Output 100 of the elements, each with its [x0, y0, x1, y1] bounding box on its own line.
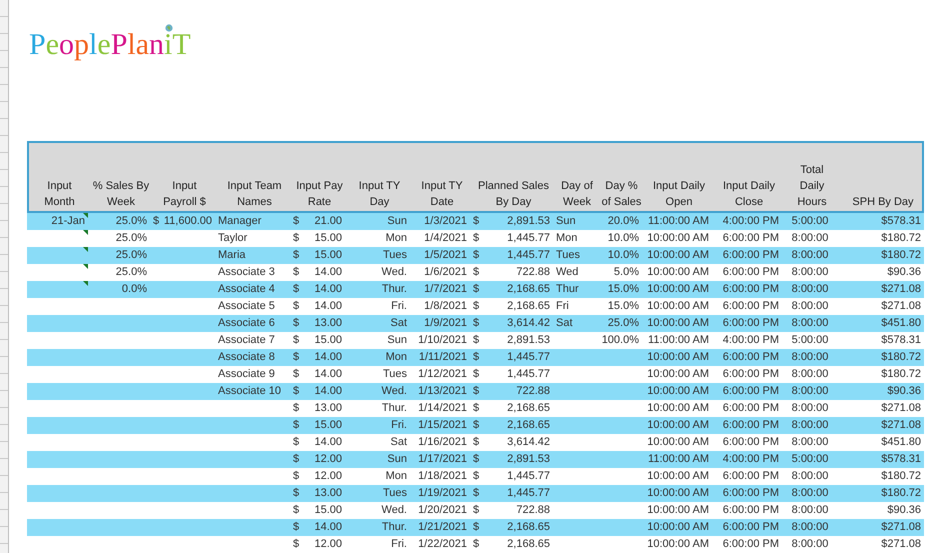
table-cell-text: 25.0% [608, 316, 639, 331]
table-cell-text: 1/13/2021 [418, 384, 467, 399]
currency-symbol: $ [293, 316, 300, 331]
currency-symbol: $ [293, 333, 300, 348]
table-cell-text: 12.00 [314, 537, 342, 552]
table-cell-text: 6:00:00 PM [722, 265, 779, 280]
table-cell-text: 10:00:00 AM [647, 435, 709, 450]
table-cell-text: 722.88 [516, 503, 550, 518]
table-cell-text: 1/11/2021 [418, 350, 467, 365]
table-cell-text: 1/10/2021 [418, 333, 467, 348]
table-cell-text: 11:00:00 AM [648, 333, 709, 348]
table-cell-text: $451.80 [881, 316, 921, 331]
table-cell-text: $271.08 [881, 401, 921, 416]
currency-symbol: $ [473, 299, 480, 314]
table-cell-text: 10:00:00 AM [647, 282, 709, 297]
table-cell-text: Thur. [382, 282, 407, 297]
table-cell-text: $90.36 [887, 503, 921, 518]
table-cell-text: 1/8/2021 [424, 299, 467, 314]
table-cell-text: Thur. [382, 520, 407, 535]
table-cell-text: $578.31 [881, 333, 921, 348]
table-cell-text: 8:00:00 [792, 401, 828, 416]
table-cell-text: 14.00 [314, 299, 342, 314]
table-cell-text: 8:00:00 [792, 299, 828, 314]
table-cell-text: Fri [556, 299, 569, 314]
table-cell-text: 6:00:00 PM [722, 282, 779, 297]
currency-symbol: $ [473, 486, 480, 501]
table-cell-text: 2,168.65 [507, 282, 550, 297]
table-cell-text: 8:00:00 [792, 469, 828, 484]
table-cell-text: 6:00:00 PM [722, 520, 779, 535]
table-cell-text: 100.0% [602, 333, 639, 348]
table-cell-text: 2,168.65 [507, 299, 550, 314]
table-cell-text: 10:00:00 AM [647, 350, 709, 365]
table-cell-text: 10.0% [608, 248, 639, 263]
table-cell-text: Associate 4 [218, 282, 275, 297]
table-cell-text: 8:00:00 [792, 520, 828, 535]
currency-symbol: $ [293, 248, 300, 263]
table-cell-text: 5:00:00 [792, 333, 828, 348]
table-cell-text: 1/6/2021 [424, 265, 467, 280]
table-cell-text: 3,614.42 [507, 316, 550, 331]
table-cell-text: Sat [390, 435, 407, 450]
table-cell-text: $180.72 [881, 248, 921, 263]
currency-symbol: $ [293, 367, 300, 382]
table-cell-text: 1,445.77 [507, 231, 550, 246]
table-cell-text: 1/12/2021 [418, 367, 467, 382]
table-cell-text: 10:00:00 AM [647, 537, 709, 552]
table-cell-text: $271.08 [881, 299, 921, 314]
table-cell-text: $271.08 [881, 537, 921, 552]
table-cell-text: $578.31 [881, 214, 921, 229]
table-cell-text: $451.80 [881, 435, 921, 450]
currency-symbol: $ [473, 452, 480, 467]
table-cell-text: 0.0% [122, 282, 147, 297]
table-cell-text: 14.00 [314, 265, 342, 280]
table-cell-text: Associate 7 [218, 333, 275, 348]
table-cell-text: 1,445.77 [507, 469, 550, 484]
table-cell-text: 10:00:00 AM [647, 231, 709, 246]
table-cell-text: Tues [382, 486, 407, 501]
table-cell-text: 14.00 [314, 282, 342, 297]
currency-symbol: $ [473, 384, 480, 399]
table-cell-text: 11:00:00 AM [648, 452, 709, 467]
currency-symbol: $ [293, 350, 300, 365]
currency-symbol: $ [293, 282, 300, 297]
table-cell-text: $271.08 [881, 418, 921, 433]
table-cell-text: 1/22/2021 [418, 537, 467, 552]
currency-symbol: $ [293, 265, 300, 280]
currency-symbol: $ [293, 299, 300, 314]
table-cell-text: 8:00:00 [792, 282, 828, 297]
column-header: Input Daily Open [652, 179, 706, 210]
table-cell-text: 25.0% [116, 214, 147, 229]
currency-symbol: $ [473, 367, 480, 382]
table-cell-text: 10:00:00 AM [647, 503, 709, 518]
table-cell-text: Tues [556, 248, 580, 263]
table-cell-text: 8:00:00 [792, 350, 828, 365]
table-cell-text: 15.00 [314, 418, 342, 433]
currency-symbol: $ [293, 231, 300, 246]
table-cell-text: 6:00:00 PM [722, 418, 779, 433]
table-cell-text: $90.36 [887, 384, 921, 399]
table-cell-text: Maria [218, 248, 246, 263]
column-header: Day % of Sales [600, 179, 642, 210]
currency-symbol: $ [293, 503, 300, 518]
table-cell-text: 4:00:00 PM [722, 333, 779, 348]
table-cell-text: 10:00:00 AM [647, 316, 709, 331]
currency-symbol: $ [293, 401, 300, 416]
table-cell-text: 1/16/2021 [418, 435, 467, 450]
table-cell-text: 6:00:00 PM [722, 384, 779, 399]
table-cell-text: 15.00 [314, 503, 342, 518]
currency-symbol: $ [473, 350, 480, 365]
table-cell-text: 10:00:00 AM [647, 299, 709, 314]
table-cell-text: 6:00:00 PM [722, 316, 779, 331]
table-cell-text: 1/14/2021 [418, 401, 467, 416]
table-cell-text: 6:00:00 PM [722, 503, 779, 518]
table-cell-text: 6:00:00 PM [722, 469, 779, 484]
table-cell-text: 1/20/2021 [418, 503, 467, 518]
table-cell-text: 1/9/2021 [424, 316, 467, 331]
table-cell-text: 10:00:00 AM [647, 520, 709, 535]
table-cell-text: Tues [382, 248, 407, 263]
table-cell-text: 722.88 [516, 384, 550, 399]
table-cell-text: 1,445.77 [507, 248, 550, 263]
table-cell-text: $90.36 [887, 265, 921, 280]
table-cell-text: 25.0% [116, 231, 147, 246]
table-cell-text: Associate 5 [218, 299, 275, 314]
